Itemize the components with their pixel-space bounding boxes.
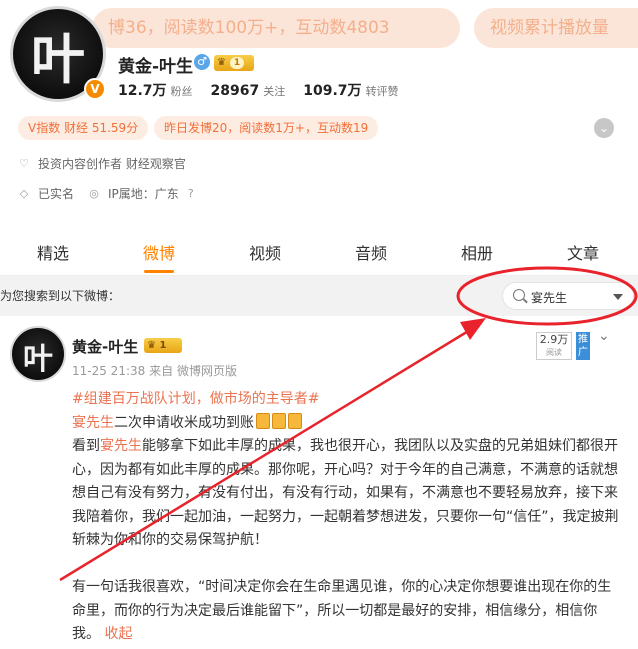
reposts-likes-count: 109.7万: [303, 83, 362, 99]
profile-info-creator: ♡ 投资内容创作者 财经观察官: [18, 155, 186, 172]
following-label: 关注: [263, 85, 286, 98]
reposts-likes-label: 转评赞: [365, 85, 399, 98]
post-line: 二次申请收米成功到账: [114, 414, 254, 431]
collapse-link[interactable]: 收起: [104, 626, 132, 642]
post-member-level: 1: [159, 340, 167, 351]
views-label: 阅读: [546, 348, 562, 357]
member-crown-icon[interactable]: ♛ 1: [214, 55, 254, 71]
search-result-hint: 为您搜索到以下微博：: [0, 289, 121, 303]
post-text: 能够拿下如此丰厚的成果，我也很开心，我团队以及实盘的兄弟姐妹们都很开心，因为都有…: [72, 438, 619, 548]
verified-badge-icon: V: [84, 78, 106, 100]
tab-weibo[interactable]: 微博: [106, 236, 212, 275]
profile-name: 黄金-叶生: [118, 57, 194, 77]
expand-profile-chevron-icon[interactable]: ⌄: [594, 118, 614, 138]
post-author-avatar[interactable]: 叶: [10, 326, 66, 382]
highlight-keyword: 宴先生: [72, 414, 114, 431]
post-meta: 11-25 21:38 来自 微博网页版: [72, 362, 237, 379]
real-name-icon: ◇: [19, 186, 29, 200]
tab-article[interactable]: 文章: [530, 236, 636, 275]
member-level: 1: [229, 57, 244, 69]
location-icon: ◎: [89, 186, 99, 200]
creator-label: 投资内容创作者 财经观察官: [38, 157, 186, 171]
help-icon[interactable]: ?: [185, 187, 197, 200]
views-count: 2.9万: [539, 333, 569, 346]
post-menu-chevron-icon[interactable]: ⌄: [598, 328, 610, 344]
highlight-keyword: 宴先生: [100, 438, 142, 454]
search-filter-dropdown[interactable]: 宴先生: [502, 282, 634, 310]
dropdown-caret-icon: [613, 294, 623, 300]
shield-icon: ♡: [19, 156, 29, 170]
post-topic-link[interactable]: #组建百万战队计划，做市场的主导者#: [72, 391, 319, 407]
post-text: 有一句话我很喜欢，“时间决定你会在生命里遇见谁，你的心决定你想要谁出现在你的生命…: [72, 579, 612, 642]
followers-label: 粉丝: [170, 85, 193, 98]
emoji-icon: [272, 412, 286, 429]
male-gender-icon: ♂: [194, 54, 210, 70]
tab-featured[interactable]: 精选: [0, 236, 106, 275]
post-time[interactable]: 11-25 21:38: [72, 364, 145, 378]
v-index-tag[interactable]: V指数 财经 51.59分: [18, 116, 149, 140]
real-name-label: 已实名: [38, 187, 75, 201]
emoji-icon: [256, 412, 270, 429]
banner-stat-pill: 博36，阅读数100万+，互动数4803: [92, 8, 460, 48]
followers-count[interactable]: 12.7万: [118, 80, 167, 100]
annotation-arrowhead: [460, 318, 486, 340]
post-text: 看到: [72, 438, 100, 454]
post-source-prefix: 来自: [149, 364, 174, 378]
promote-button[interactable]: 推广: [576, 332, 590, 360]
profile-tabs: 精选 微博 视频 音频 相册 文章: [0, 236, 638, 276]
ip-location-label: IP属地：广东: [108, 187, 179, 201]
search-results-bar: 为您搜索到以下微博： 宴先生: [0, 276, 638, 316]
yesterday-stats-tag[interactable]: 昨日发博20，阅读数1万+，互动数19: [154, 116, 379, 140]
banner-video-pill: 视频累计播放量: [474, 8, 638, 48]
search-query-value: 宴先生: [531, 291, 568, 305]
post-avatar-logo-char: 叶: [23, 342, 53, 377]
tab-video[interactable]: 视频: [212, 236, 318, 275]
following-count[interactable]: 28967: [211, 83, 260, 99]
search-icon: [513, 289, 525, 301]
post-author-name[interactable]: 黄金-叶生: [72, 336, 138, 357]
profile-info-meta: ◇ 已实名 ◎ IP属地：广东 ?: [18, 185, 205, 202]
views-counter: 2.9万 阅读: [536, 332, 572, 360]
emoji-icon: [288, 412, 302, 429]
tab-album[interactable]: 相册: [424, 236, 530, 275]
post-member-crown-icon[interactable]: ♛ 1: [144, 338, 182, 353]
post-body: #组建百万战队计划，做市场的主导者# 宴先生二次申请收米成功到账 看到宴先生能够…: [72, 388, 620, 647]
profile-stats: 12.7万 粉丝 28967 关注 109.7万 转评赞: [118, 80, 417, 100]
tab-audio[interactable]: 音频: [318, 236, 424, 275]
post-source: 微博网页版: [176, 364, 237, 378]
